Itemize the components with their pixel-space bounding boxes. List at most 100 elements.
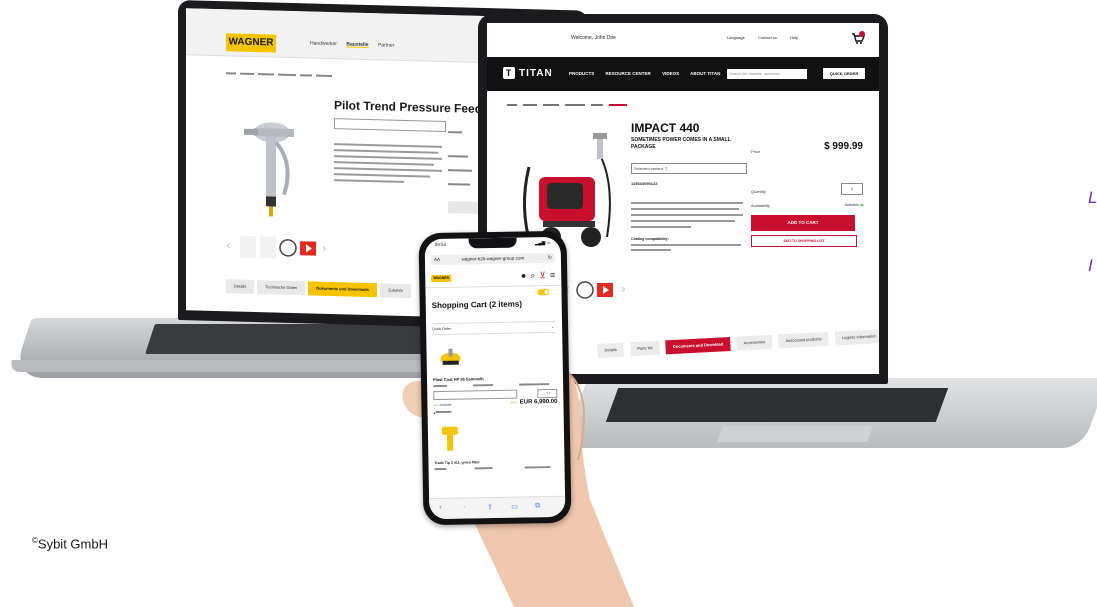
browser-toolbar: ‹ › ⇪ ▭ ⧉ xyxy=(429,495,566,520)
edge-text-fragment: L xyxy=(1088,188,1097,207)
titan-logo-text: TITAN xyxy=(519,68,553,79)
cart-item-1-price-value: EUR 6,990.00 xyxy=(519,398,558,406)
quantity-stepper[interactable]: 1 xyxy=(841,183,863,195)
titan-availability-label: Availability xyxy=(751,203,770,208)
titan-price: $ 999.99 xyxy=(824,141,863,152)
titan-product-title: IMPACT 440 xyxy=(631,121,700,135)
titan-navbar: T TITAN PRODUCTS RESOURCE CENTER VIDEOS A… xyxy=(487,57,879,91)
copyright-notice: ©Sybit GmbH xyxy=(32,536,108,551)
smartphone: 09:53 ▂▄▆ ▭ AA wagner-b2b.wagner-group.c… xyxy=(418,230,572,526)
titan-tabs: Details Parts list Documents and Downloa… xyxy=(597,324,879,358)
phone-screen: 09:53 ▂▄▆ ▭ AA wagner-b2b.wagner-group.c… xyxy=(424,236,566,520)
titan-coating: Coating compatibility: xyxy=(631,237,745,255)
nav-products[interactable]: PRODUCTS xyxy=(569,71,594,76)
wagner-nav-item[interactable]: Handwerker xyxy=(310,40,337,47)
titan-laptop-keyboard xyxy=(605,388,949,422)
wagner-thumbnails: ‹ › xyxy=(226,231,336,264)
titan-breadcrumb xyxy=(507,103,657,108)
tab-accessories[interactable]: Accessories xyxy=(736,334,773,351)
titan-laptop-trackpad xyxy=(717,426,873,442)
phone-time: 09:53 xyxy=(434,241,446,248)
cart-item-1-availability: ●●● Available xyxy=(433,403,451,407)
titan-variant-select[interactable]: Selected variant: T xyxy=(631,163,747,174)
wagner-breadcrumb xyxy=(226,71,336,79)
cart-item-1-discount: 37% xyxy=(510,400,517,405)
cart-item-2-meta xyxy=(434,466,559,472)
availability-dots-icon: ●●● xyxy=(859,203,864,207)
phone-url: wagner-b2b.wagner-group.com xyxy=(461,255,525,262)
add-to-cart-button[interactable]: ADD TO CART xyxy=(751,215,855,231)
share-icon[interactable]: ⇪ xyxy=(487,503,493,511)
titan-contact-link[interactable]: Contact us xyxy=(758,35,777,40)
tab-details[interactable]: Details xyxy=(226,279,255,294)
wagner-nav-item[interactable]: Baustelle xyxy=(346,41,368,48)
tab-logistic-information[interactable]: Logistic information xyxy=(834,329,879,346)
phone-address-bar[interactable]: AA wagner-b2b.wagner-group.com ↻ xyxy=(430,252,556,266)
cart-item-1-image xyxy=(438,347,462,367)
quick-order-button[interactable]: QUICK ORDER xyxy=(823,68,865,79)
forward-icon[interactable]: › xyxy=(463,504,465,511)
titan-availability: Available ●●● xyxy=(845,203,865,207)
quick-order-label: Quick Order xyxy=(432,326,452,332)
cart-item-2-image xyxy=(440,425,460,453)
add-to-shopping-list-button[interactable]: ADD TO SHOPPING LIST xyxy=(751,235,857,247)
phone-wagner-logo[interactable]: WAGNER xyxy=(431,274,452,283)
menu-icon[interactable]: ≡ xyxy=(550,270,555,280)
signal-wifi-battery-icon: ▂▄▆ ▭ xyxy=(534,240,551,246)
phone-site-header: WAGNER ● ⌕ ⊻ ≡ xyxy=(425,268,562,289)
view-toggle[interactable] xyxy=(537,289,550,296)
nav-videos[interactable]: VIDEOS xyxy=(662,71,679,76)
reader-aa-button[interactable]: AA xyxy=(434,255,440,265)
svg-text:›: › xyxy=(621,282,626,296)
titan-top-links: Language Contact us Help xyxy=(727,35,810,40)
wagner-nav: Handwerker Baustelle Partner xyxy=(310,40,402,48)
nav-about[interactable]: ABOUT TITAN xyxy=(690,71,720,76)
nav-resource-center[interactable]: RESOURCE CENTER xyxy=(606,71,651,76)
bookmarks-icon[interactable]: ▭ xyxy=(511,503,518,511)
search-icon[interactable]: ⌕ xyxy=(530,270,535,280)
titan-description xyxy=(631,201,745,234)
cart-item-1-availability-text: Available xyxy=(439,402,452,407)
wagner-logo[interactable]: WAGNER xyxy=(226,33,276,53)
edge-text-fragment: I xyxy=(1088,256,1093,275)
cart-item-2-name[interactable]: Trade Tip 3 411, green filter xyxy=(434,460,479,465)
tab-technical-data[interactable]: Technische Daten xyxy=(257,280,306,296)
wagner-product-title: Pilot Trend Pressure Feed xyxy=(334,98,483,116)
tab-documents[interactable]: Dokumente und Downloads xyxy=(308,281,377,298)
cart-item-1-quantity-stepper[interactable]: – 1 + xyxy=(537,388,558,399)
tab-parts-list[interactable]: Parts list xyxy=(629,340,660,357)
phone-status-bar: 09:53 ▂▄▆ ▭ xyxy=(435,240,551,247)
titan-logo[interactable]: T TITAN xyxy=(503,67,553,79)
cart-item-1-name[interactable]: Plast Coat HP 36 Sammelh xyxy=(433,376,484,382)
availability-dots-icon: ●●● xyxy=(433,402,439,408)
titan-thumbnails: ‹ › xyxy=(565,275,665,305)
cart-icon[interactable] xyxy=(851,31,866,45)
quick-order-accordion[interactable]: Quick Order ⌄ xyxy=(432,320,557,336)
titan-welcome[interactable]: Welcome, John Doe xyxy=(571,35,616,41)
tabs-icon[interactable]: ⧉ xyxy=(535,502,540,510)
titan-quantity-label: Quantity xyxy=(751,189,766,194)
phone-header-icons: ● ⌕ ⊻ ≡ xyxy=(517,270,556,282)
cart-item-1-price: 37% EUR 6,990.00 xyxy=(511,399,558,406)
tab-accessories[interactable]: Zubehör xyxy=(380,283,411,299)
cart-item-1-remove[interactable]: ■ xyxy=(434,410,453,415)
wagner-nav-item[interactable]: Partner xyxy=(378,42,394,48)
back-icon[interactable]: ‹ xyxy=(439,504,441,511)
wagner-variant-select[interactable] xyxy=(334,118,446,133)
reload-icon[interactable]: ↻ xyxy=(548,253,552,263)
svg-text:‹: ‹ xyxy=(226,238,231,252)
tab-documents[interactable]: Documents and Download xyxy=(665,337,731,355)
tab-associated-products[interactable]: Associated products xyxy=(778,331,829,349)
titan-topbar: Welcome, John Doe Language Contact us He… xyxy=(487,23,879,57)
cart-icon[interactable]: ⊻ xyxy=(539,270,546,280)
cart-item-1-meta xyxy=(433,383,557,389)
search-icon[interactable]: ⌕ xyxy=(793,69,797,79)
titan-help-link[interactable]: Help xyxy=(790,35,798,40)
svg-text:›: › xyxy=(322,241,327,255)
product-photo-scene: WAGNER Handwerker Baustelle Partner ‹ › … xyxy=(0,0,1097,607)
wagner-description xyxy=(334,142,444,187)
titan-product-subtitle: SOMETIMES POWER COMES IN A SMALL PACKAGE xyxy=(631,137,731,150)
cart-item-1-variant-select[interactable] xyxy=(433,389,518,401)
user-icon[interactable]: ● xyxy=(521,270,527,280)
titan-language-link[interactable]: Language xyxy=(727,35,745,40)
